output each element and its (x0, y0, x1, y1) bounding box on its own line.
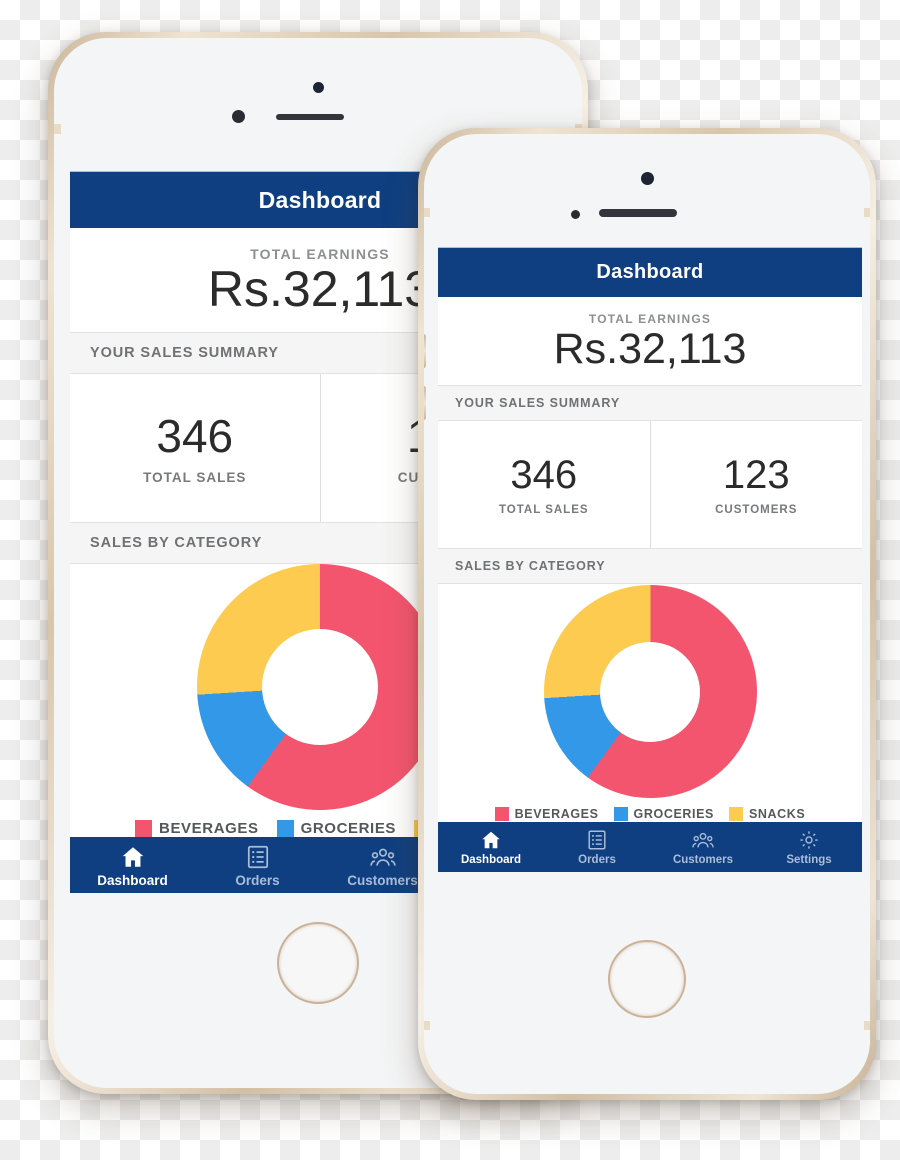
page-title: Dashboard (596, 261, 704, 283)
legend-item: SNACKS (728, 807, 806, 822)
stat-value: 123 (722, 453, 790, 498)
earpiece-speaker-icon (276, 114, 344, 120)
stat-caption: CUSTOMERS (715, 504, 798, 517)
home-button[interactable] (608, 940, 686, 1018)
tab-dashboard[interactable]: Dashboard (438, 822, 544, 872)
legend-swatch-icon (494, 807, 509, 822)
list-icon (245, 844, 271, 870)
chart-legend: BEVERAGES GROCERIES SNACKS (438, 807, 862, 822)
phone-front-panel-right: Dashboard TOTAL EARNINGS Rs.32,113 YOUR … (424, 134, 870, 1094)
antenna-break-icon (54, 124, 61, 134)
sales-by-category-section-title: SALES BY CATEGORY (455, 559, 606, 574)
tab-label: Dashboard (97, 873, 168, 888)
tab-orders[interactable]: Orders (195, 837, 320, 893)
legend-label: SNACKS (748, 807, 806, 822)
legend-item: GROCERIES (613, 807, 714, 822)
tab-settings[interactable]: Settings (756, 822, 862, 872)
volume-up-button[interactable] (424, 334, 426, 368)
proximity-sensor-icon (571, 210, 580, 219)
stat-caption: TOTAL SALES (143, 469, 247, 485)
sales-summary-section-title: YOUR SALES SUMMARY (90, 345, 279, 361)
proximity-sensor-icon (232, 110, 245, 123)
legend-swatch-icon (613, 807, 628, 822)
home-icon (120, 844, 146, 870)
screenshot-stage: Dashboard TOTAL EARNINGS Rs.32,113 YOUR … (0, 0, 900, 1160)
stat-total-sales: 346 TOTAL SALES (438, 421, 650, 548)
sales-by-category-section-title: SALES BY CATEGORY (90, 535, 263, 551)
donut-hole (600, 641, 700, 742)
legend-label: BEVERAGES (514, 807, 599, 822)
home-icon (480, 829, 502, 851)
legend-label: BEVERAGES (159, 820, 259, 837)
legend-item: BEVERAGES (494, 807, 599, 822)
stat-customers: 123 CUSTOMERS (649, 421, 863, 549)
front-camera-icon (641, 172, 654, 185)
antenna-break-icon (424, 208, 430, 217)
tab-orders[interactable]: Orders (544, 822, 650, 872)
sales-summary-panel: 346 TOTAL SALES 123 CUSTOMERS (438, 421, 863, 549)
stat-total-sales: 346 TOTAL SALES (70, 374, 320, 522)
page-title: Dashboard (258, 186, 382, 213)
legend-label: GROCERIES (300, 820, 397, 837)
stat-value: 346 (510, 453, 578, 498)
legend-swatch-icon (276, 820, 294, 837)
total-earnings-panel: TOTAL EARNINGS Rs.32,113 (438, 297, 862, 386)
people-icon (692, 829, 714, 851)
tab-label: Orders (578, 853, 616, 866)
volume-down-button[interactable] (424, 386, 426, 420)
tab-label: Customers (672, 853, 734, 866)
front-camera-icon (313, 82, 324, 93)
tab-customers[interactable]: Customers (650, 822, 756, 872)
gear-icon (798, 829, 820, 851)
tab-label: Settings (786, 853, 832, 866)
app-header-bar: Dashboard (438, 248, 862, 297)
legend-swatch-icon (728, 807, 743, 822)
donut-chart (543, 585, 757, 799)
legend-label: GROCERIES (633, 807, 714, 822)
app-screen-right: Dashboard TOTAL EARNINGS Rs.32,113 YOUR … (438, 247, 862, 872)
sales-summary-section-title: YOUR SALES SUMMARY (455, 396, 621, 411)
phone-device-right: Dashboard TOTAL EARNINGS Rs.32,113 YOUR … (418, 128, 876, 1100)
tab-label: Orders (235, 873, 280, 888)
total-earnings-label: TOTAL EARNINGS (588, 312, 712, 326)
earpiece-speaker-icon (599, 209, 677, 217)
sales-summary-section-header: YOUR SALES SUMMARY (438, 385, 862, 422)
legend-item: BEVERAGES (135, 820, 259, 837)
antenna-break-icon (864, 1021, 870, 1030)
donut-hole (262, 629, 378, 745)
people-icon (369, 844, 396, 870)
legend-item: GROCERIES (276, 820, 397, 837)
sales-by-category-chart: BEVERAGES GROCERIES SNACKS (438, 584, 862, 822)
home-button[interactable] (277, 922, 359, 1004)
sales-by-category-section-header: SALES BY CATEGORY (438, 548, 862, 585)
stat-value: 346 (156, 410, 234, 463)
antenna-break-icon (424, 1021, 430, 1030)
legend-swatch-icon (135, 820, 153, 837)
tab-dashboard[interactable]: Dashboard (70, 837, 195, 893)
antenna-break-icon (864, 208, 870, 217)
tab-label: Dashboard (460, 853, 522, 866)
list-icon (586, 829, 608, 851)
donut-chart (197, 564, 443, 810)
tab-label: Customers (347, 873, 418, 888)
bottom-tab-bar: Dashboard (438, 822, 862, 872)
stat-caption: TOTAL SALES (498, 504, 589, 517)
total-earnings-value: Rs.32,113 (553, 325, 747, 373)
